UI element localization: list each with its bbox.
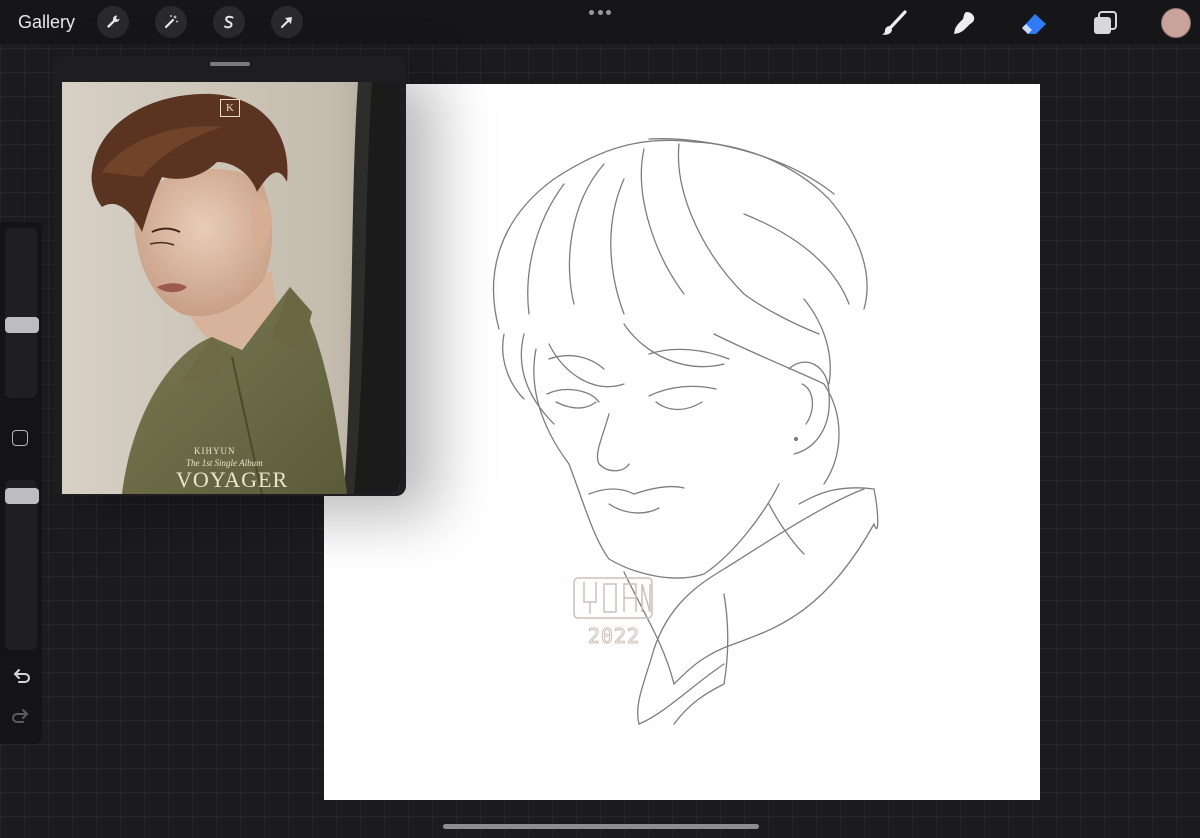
transform-button[interactable] bbox=[271, 6, 303, 38]
artist-signature: 2022 bbox=[572, 572, 656, 658]
brush-tool-button[interactable] bbox=[877, 6, 911, 40]
color-picker-swatch[interactable] bbox=[1161, 8, 1191, 38]
undo-icon[interactable] bbox=[10, 666, 32, 688]
brush-icon bbox=[882, 10, 907, 35]
selection-button[interactable] bbox=[213, 6, 245, 38]
opacity-slider[interactable] bbox=[5, 480, 39, 650]
album-title: VOYAGER bbox=[176, 467, 289, 492]
reference-photo: K KIHYUN The 1st Single Album VOYAGER bbox=[62, 82, 400, 494]
home-indicator bbox=[443, 824, 759, 829]
actions-wrench-button[interactable] bbox=[97, 6, 129, 38]
reference-panel[interactable]: K KIHYUN The 1st Single Album VOYAGER bbox=[54, 56, 406, 496]
signature-year: 2022 bbox=[587, 624, 641, 649]
eraser-tool-button[interactable] bbox=[1017, 6, 1051, 40]
magic-wand-icon bbox=[164, 15, 178, 29]
selection-icon bbox=[224, 15, 234, 29]
layers-icon bbox=[1094, 11, 1117, 34]
redo-icon[interactable] bbox=[10, 706, 32, 728]
modify-button[interactable] bbox=[12, 430, 28, 446]
gallery-button[interactable]: Gallery bbox=[18, 12, 75, 33]
left-sidebar bbox=[0, 222, 42, 744]
more-options-icon[interactable] bbox=[589, 8, 611, 16]
transform-arrow-icon bbox=[281, 17, 292, 28]
album-logo: K bbox=[220, 99, 240, 117]
layers-button[interactable] bbox=[1088, 6, 1122, 40]
eraser-icon bbox=[1022, 14, 1046, 34]
top-toolbar: Gallery bbox=[0, 0, 1200, 44]
album-artist: KIHYUN bbox=[194, 446, 236, 456]
brush-size-slider[interactable] bbox=[5, 228, 39, 398]
album-caption: KIHYUN The 1st Single Album VOYAGER bbox=[176, 446, 376, 492]
smudge-tool-button[interactable] bbox=[947, 6, 981, 40]
smudge-icon bbox=[954, 12, 975, 34]
wrench-icon bbox=[107, 15, 120, 28]
portrait-sketch bbox=[492, 138, 879, 725]
opacity-thumb[interactable] bbox=[5, 488, 39, 504]
panel-grab-handle[interactable] bbox=[210, 62, 250, 66]
brush-size-thumb[interactable] bbox=[5, 317, 39, 333]
drawing-canvas[interactable]: 2022 bbox=[324, 84, 1040, 800]
adjustments-button[interactable] bbox=[155, 6, 187, 38]
